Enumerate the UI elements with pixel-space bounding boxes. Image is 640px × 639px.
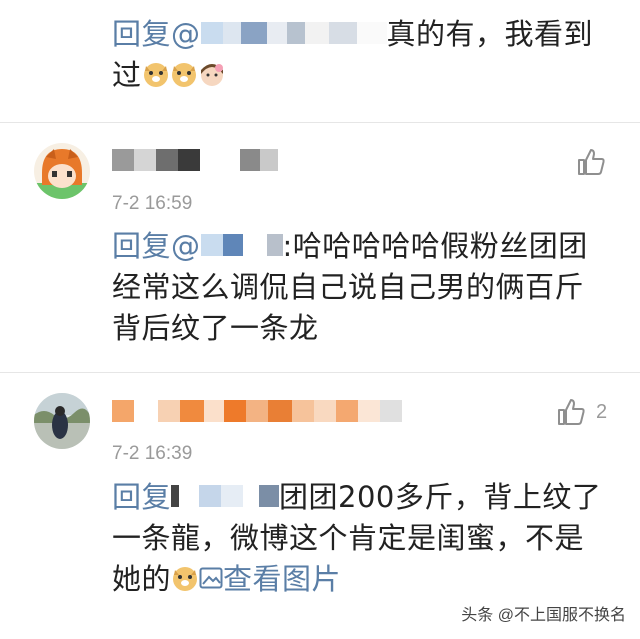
comment-1-text: 回复@ 真的有，我看到 过 — [112, 14, 612, 96]
view-image-link[interactable]: 查看图片 — [199, 562, 341, 596]
reply-prefix: 回复 — [112, 480, 172, 514]
mention-mosaic — [171, 485, 280, 507]
comment-2-text: 回复@ :哈哈哈哈哈假粉丝团团经常这么调侃自己说自己男的俩百斤背后纹了一条龙 — [112, 226, 612, 349]
avatar-image — [34, 143, 90, 199]
doge-emoji-icon — [171, 63, 196, 87]
avatar[interactable] — [34, 143, 90, 199]
avatar[interactable] — [34, 393, 90, 449]
username-mosaic[interactable] — [112, 149, 278, 175]
reply-prefix: 回复@ — [112, 17, 201, 51]
girl-emoji-icon — [200, 64, 223, 86]
username-mosaic[interactable] — [112, 400, 402, 426]
reply-text-line1: 真的有，我看到 — [386, 17, 594, 51]
like-button[interactable]: 2 — [556, 395, 616, 429]
image-icon — [199, 567, 223, 589]
mention-mosaic — [200, 22, 387, 44]
comment-3: 2 7-2 16:39 回复 团团200多斤，背上纹了一条龍，微博这个肯定是闺蜜… — [0, 373, 640, 639]
like-count: 2 — [596, 400, 608, 423]
comment-1: 回复@ 真的有，我看到 过 — [0, 0, 640, 110]
avatar-image — [34, 393, 90, 449]
reply-prefix: 回复@ — [112, 229, 201, 263]
view-image-label: 查看图片 — [223, 562, 342, 596]
comment-3-text: 回复 团团200多斤，背上纹了一条龍，微博这个肯定是闺蜜，不是她的 查看图片 — [112, 477, 612, 600]
doge-emoji-icon — [143, 63, 168, 87]
comment-2: 7-2 16:59 回复@ :哈哈哈哈哈假粉丝团团经常这么调侃自己说自己男的俩百… — [0, 123, 640, 373]
reply-text-line2: 过 — [112, 58, 142, 92]
doge-emoji-icon — [173, 567, 198, 591]
comment-time: 7-2 16:59 — [112, 193, 193, 214]
comment-time: 7-2 16:39 — [112, 443, 193, 464]
watermark: 头条 @不上国服不换名 — [461, 607, 626, 624]
mention-mosaic — [200, 234, 283, 256]
thumbs-up-icon — [558, 399, 585, 425]
thumbs-up-icon[interactable] — [576, 147, 606, 177]
